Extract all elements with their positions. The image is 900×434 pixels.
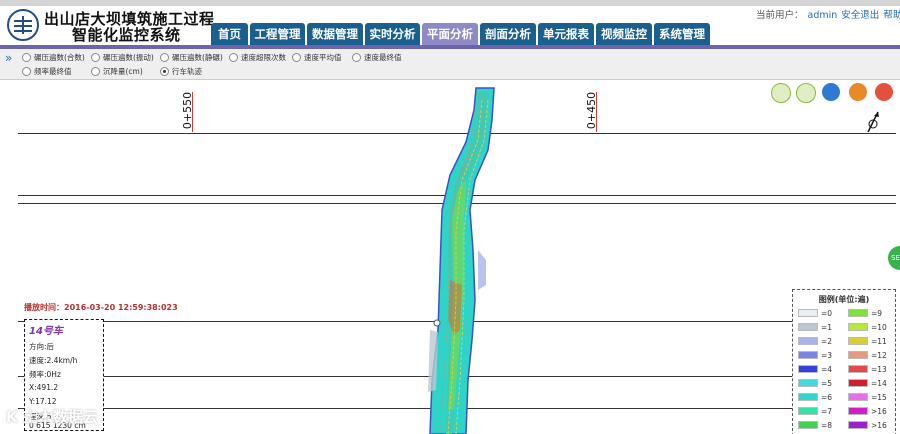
radio-icon [292, 52, 301, 62]
fill-strip-edge [478, 250, 486, 290]
option-compaction-total[interactable]: 碾压遍数(合数) [22, 52, 85, 64]
legend-item: =2 [798, 337, 832, 346]
option-compaction-static[interactable]: 碾压遍数(静碾) [160, 52, 223, 64]
radio-icon [229, 52, 238, 62]
browser-strip [0, 0, 900, 6]
analysis-options: » 碾压遍数(合数) 碾压遍数(振动) 碾压遍数(静碾) 速度超限次数 速度平均… [0, 49, 900, 80]
tab-home[interactable]: 首页 [211, 23, 248, 45]
radio-icon [22, 52, 31, 62]
radio-selected-icon [160, 66, 169, 76]
logout-link[interactable]: 安全退出 [841, 10, 879, 21]
vehicle-name: 14号车 [29, 326, 63, 337]
stop-icon[interactable] [875, 83, 893, 101]
radio-icon [352, 52, 361, 62]
vehicle-x: X:491.2 [29, 383, 59, 392]
roller-position-marker [433, 319, 441, 327]
legend-item: =13 [848, 365, 887, 374]
tab-video[interactable]: 视频监控 [596, 23, 652, 45]
legend-item: =11 [848, 337, 887, 346]
option-speed-average[interactable]: 速度平均值 [292, 52, 342, 64]
vehicle-direction: 方向:后 [29, 342, 55, 351]
playback-time: 播放时间：2016-03-20 12:59:38:023 [24, 303, 178, 312]
tab-system[interactable]: 系统管理 [654, 23, 710, 45]
tab-section-analysis[interactable]: 剖面分析 [480, 23, 536, 45]
tab-plane-analysis[interactable]: 平面分析 [422, 23, 478, 45]
legend-item: =5 [798, 379, 832, 388]
vehicle-frequency: 频率:0Hz [29, 370, 61, 379]
station-marker-450: 0+450 [585, 92, 600, 132]
logo-icon [7, 9, 39, 41]
radio-icon [91, 52, 100, 62]
legend-item: =14 [848, 379, 887, 388]
zoom-out-icon[interactable] [796, 83, 816, 103]
legend-item: =4 [798, 365, 832, 374]
legend-item: =0 [798, 309, 832, 318]
legend-item: =8 [798, 421, 832, 430]
tab-unit-report[interactable]: 单元报表 [538, 23, 594, 45]
edit-icon[interactable] [822, 83, 840, 101]
legend-item: =3 [798, 351, 832, 360]
legend-panel: 图例(单位:遍) =0 =1 =2 =3 =4 =5 =6 =7 =8 =9 =… [792, 289, 896, 434]
legend-item: =12 [848, 351, 887, 360]
radio-icon [22, 66, 31, 76]
tab-data[interactable]: 数据管理 [307, 23, 363, 45]
option-speed-final[interactable]: 速度最终值 [352, 52, 402, 64]
vehicle-speed: 速度:2.4km/h [29, 356, 78, 365]
radio-icon [160, 52, 169, 62]
header: 出山店大坝填筑施工过程 智能化监控系统 首页 工程管理 数据管理 实时分析 平面… [0, 0, 900, 46]
tab-project[interactable]: 工程管理 [250, 23, 305, 45]
watermark: K 土木数据云 [6, 408, 98, 426]
legend-item: =15 [848, 393, 887, 402]
option-compaction-vibration[interactable]: 碾压遍数(振动) [91, 52, 154, 64]
tab-realtime[interactable]: 实时分析 [365, 23, 420, 45]
north-arrow-icon [867, 111, 879, 133]
vehicle-y: Y:17.12 [29, 397, 57, 406]
option-speed-exceed[interactable]: 速度超限次数 [229, 52, 286, 64]
help-link[interactable]: 帮助 [883, 10, 900, 21]
legend-item: =7 [798, 407, 832, 416]
play-icon[interactable] [849, 83, 867, 101]
option-settlement[interactable]: 沉降量(cm) [91, 66, 143, 78]
legend-item: >16 [848, 407, 887, 416]
app-title-line2: 智能化监控系统 [72, 26, 181, 44]
legend-item: =9 [848, 309, 882, 318]
legend-item: =10 [848, 323, 887, 332]
option-track[interactable]: 行车轨迹 [160, 66, 202, 78]
radio-icon [91, 66, 100, 76]
user-info: 当前用户： admin 安全退出 帮助 [756, 7, 900, 21]
station-marker-550: 0+550 [181, 92, 196, 132]
plane-analysis-map[interactable]: 0+550 0+450 播放时间：2016-03-20 12:59:38:023… [0, 80, 900, 434]
username-link[interactable]: admin [808, 10, 838, 21]
compaction-strip [428, 87, 495, 434]
zoom-in-icon[interactable] [771, 83, 791, 103]
legend-item: =6 [798, 393, 832, 402]
legend-item: >16 [848, 421, 887, 430]
option-frequency-final[interactable]: 频率最终值 [22, 66, 72, 78]
user-label: 当前用户： [756, 10, 804, 21]
legend-item: =1 [798, 323, 832, 332]
legend-title: 图例(单位:遍) [818, 295, 870, 304]
collapse-icon[interactable]: » [5, 51, 12, 65]
